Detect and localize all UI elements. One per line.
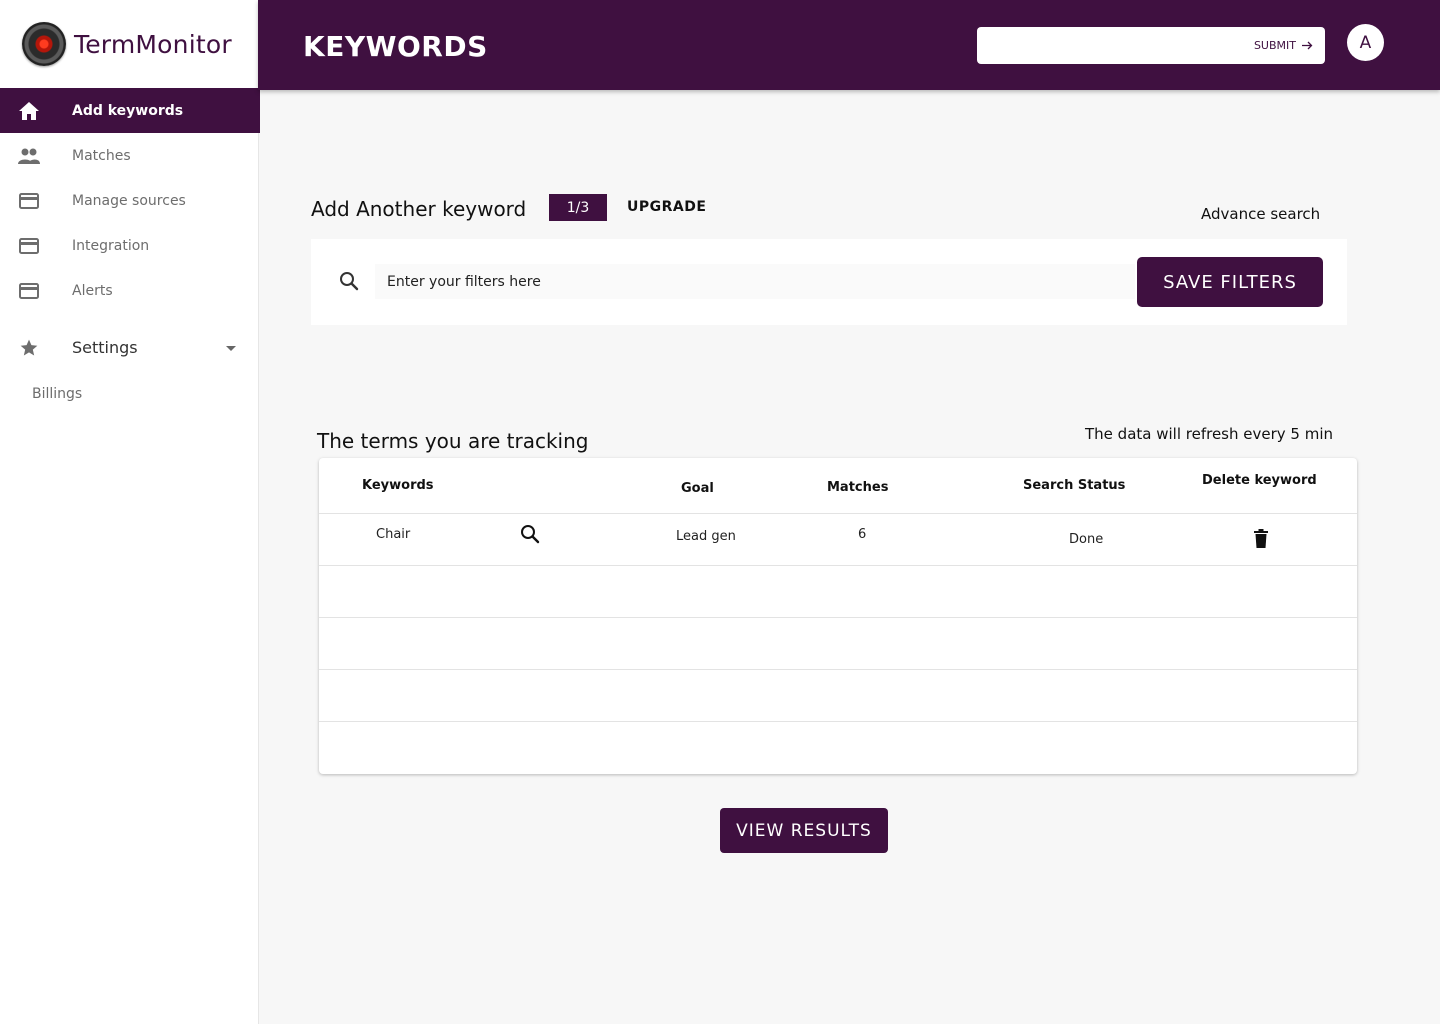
keywords-table: Keywords Goal Matches Search Status Dele… bbox=[319, 458, 1357, 774]
view-results-button[interactable]: VIEW RESULTS bbox=[720, 808, 888, 853]
sidebar-item-manage-sources[interactable]: Manage sources bbox=[0, 178, 260, 223]
sidebar-item-label: Settings bbox=[72, 338, 138, 357]
column-header-goal: Goal bbox=[681, 481, 714, 496]
home-icon bbox=[18, 100, 40, 122]
trash-icon[interactable] bbox=[1254, 529, 1268, 552]
filter-bar: SAVE FILTERS bbox=[311, 239, 1347, 325]
sidebar-item-label: Alerts bbox=[72, 282, 113, 299]
goal-cell: Lead gen bbox=[676, 529, 736, 544]
chevron-down-icon[interactable] bbox=[226, 345, 236, 351]
column-header-search-status: Search Status bbox=[1023, 478, 1126, 493]
sidebar: TermMonitor Add keywords Matches Manage … bbox=[0, 0, 260, 1024]
brand-logo bbox=[22, 22, 66, 66]
page-title: KEYWORDS bbox=[303, 30, 488, 63]
submit-label: SUBMIT bbox=[1253, 39, 1296, 52]
card-icon bbox=[18, 235, 40, 257]
sidebar-item-alerts[interactable]: Alerts bbox=[0, 268, 260, 313]
tracking-title: The terms you are tracking bbox=[317, 429, 589, 453]
column-header-delete: Delete keyword bbox=[1202, 473, 1317, 488]
refresh-note: The data will refresh every 5 min bbox=[1085, 425, 1334, 443]
advance-search-link[interactable]: Advance search bbox=[1201, 205, 1320, 223]
sidebar-item-add-keywords[interactable]: Add keywords bbox=[0, 88, 260, 133]
save-filters-button[interactable]: SAVE FILTERS bbox=[1137, 257, 1323, 307]
sidebar-item-label: Add keywords bbox=[72, 102, 184, 119]
keyword-cell: Chair bbox=[376, 527, 411, 542]
card-icon bbox=[18, 280, 40, 302]
column-header-matches: Matches bbox=[827, 480, 889, 495]
upgrade-link[interactable]: UPGRADE bbox=[627, 199, 706, 215]
sidebar-item-integration[interactable]: Integration bbox=[0, 223, 260, 268]
sidebar-item-label: Manage sources bbox=[72, 192, 186, 209]
row-divider bbox=[319, 565, 1357, 566]
people-icon bbox=[18, 145, 40, 167]
star-icon bbox=[18, 337, 40, 359]
status-cell: Done bbox=[1069, 532, 1104, 547]
sidebar-item-label: Integration bbox=[72, 237, 150, 254]
row-divider bbox=[319, 513, 1357, 514]
submit-box: SUBMIT bbox=[977, 27, 1325, 64]
sidebar-item-label: Matches bbox=[72, 147, 131, 164]
column-header-keywords: Keywords bbox=[362, 478, 434, 493]
matches-cell: 6 bbox=[858, 527, 867, 542]
avatar[interactable]: A bbox=[1347, 24, 1384, 61]
filter-input[interactable] bbox=[375, 264, 1135, 299]
row-divider bbox=[319, 669, 1357, 670]
sidebar-item-billings[interactable]: Billings bbox=[32, 386, 82, 402]
search-icon[interactable] bbox=[520, 524, 540, 548]
submit-button[interactable]: SUBMIT bbox=[1254, 39, 1313, 52]
sidebar-item-settings[interactable]: Settings bbox=[0, 325, 260, 370]
row-divider bbox=[319, 617, 1357, 618]
add-keyword-title: Add Another keyword bbox=[311, 197, 527, 221]
card-icon bbox=[18, 190, 40, 212]
brand[interactable]: TermMonitor bbox=[0, 0, 258, 88]
submit-input[interactable] bbox=[987, 33, 1237, 58]
top-header: KEYWORDS SUBMIT A bbox=[258, 0, 1440, 90]
row-divider bbox=[319, 721, 1357, 722]
arrow-right-icon bbox=[1302, 41, 1313, 50]
sidebar-item-matches[interactable]: Matches bbox=[0, 133, 260, 178]
search-icon bbox=[339, 271, 359, 295]
brand-name: TermMonitor bbox=[74, 29, 232, 59]
keyword-counter-badge: 1/3 bbox=[549, 194, 607, 221]
